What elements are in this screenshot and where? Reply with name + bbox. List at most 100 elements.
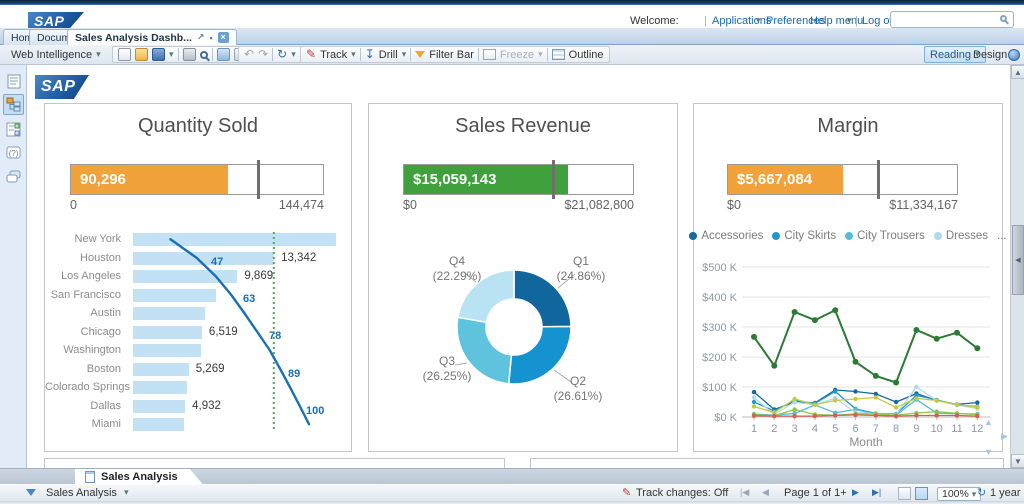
cumulative-percent-label: 89: [288, 368, 300, 380]
divider: |: [704, 15, 707, 27]
pareto-bar-chart: New YorkHouston13,342Los Angeles9,869San…: [45, 230, 351, 436]
filter-bar-button[interactable]: Filter Bar: [429, 49, 474, 61]
donut-label-q1: Q1(24.86%): [543, 254, 619, 284]
chevron-down-icon[interactable]: ▾: [169, 49, 174, 60]
svg-text:1: 1: [751, 423, 757, 435]
close-icon[interactable]: ×: [218, 32, 229, 43]
collapse-panel-icon[interactable]: ◀: [1015, 256, 1020, 264]
track-changes-status[interactable]: Track changes: Off: [636, 487, 728, 499]
new-document-icon[interactable]: [118, 48, 131, 61]
vertical-scrollbar[interactable]: ▲ ◀ ▼: [1010, 65, 1024, 468]
data-mode-button[interactable]: [1003, 46, 1024, 63]
gauge-min-label: $0: [727, 198, 741, 212]
chevron-down-icon[interactable]: ▾: [402, 49, 407, 60]
chevron-down-icon[interactable]: ▾: [756, 15, 761, 26]
legend-item: City Skirts: [772, 230, 836, 242]
drill-button[interactable]: Drill: [379, 49, 398, 61]
application-window: SAP Welcome: | Applications ▾ Preference…: [0, 0, 1024, 504]
refresh-icon[interactable]: ↻: [977, 487, 986, 500]
panel-title: Quantity Sold: [45, 115, 351, 138]
report-tab-sales-analysis[interactable]: Sales Analysis: [75, 469, 204, 485]
scroll-down-icon[interactable]: ▼: [984, 447, 993, 457]
legend-dot-icon: [845, 232, 853, 240]
sap-logo: SAP: [35, 75, 89, 99]
drill-icon[interactable]: ↧: [365, 48, 375, 61]
chevron-down-icon[interactable]: ▾: [291, 49, 296, 60]
last-page-icon[interactable]: ▶|: [872, 487, 881, 498]
legend-item: Dresses: [934, 230, 988, 242]
bar-category-label: Dallas: [45, 397, 127, 416]
next-page-icon[interactable]: ▶: [852, 487, 859, 498]
popout-icon[interactable]: ↗: [197, 32, 205, 43]
user-prompt-input-icon[interactable]: (?): [3, 142, 24, 163]
input-controls-icon[interactable]: [3, 119, 24, 140]
chevron-down-icon[interactable]: ▾: [351, 49, 356, 60]
legend-dot-icon: [934, 232, 942, 240]
bar-category-label: San Francisco: [45, 286, 127, 305]
chevron-down-icon[interactable]: ▾: [124, 487, 129, 498]
scroll-right-icon[interactable]: ▶: [1001, 431, 1008, 442]
filter-bar-icon[interactable]: [26, 487, 36, 499]
report-filter-label[interactable]: Sales Analysis: [46, 487, 117, 499]
bar-category-label: Miami: [45, 415, 127, 434]
pin-icon[interactable]: ▪: [209, 33, 212, 43]
scrollbar-thumb[interactable]: ◀: [1012, 225, 1024, 295]
svg-text:(?): (?): [9, 149, 19, 158]
outline-button[interactable]: Outline: [569, 49, 604, 61]
filter-bar-icon[interactable]: [415, 51, 425, 58]
previous-page-icon[interactable]: ◀: [762, 487, 769, 498]
open-icon[interactable]: [135, 48, 148, 61]
freeze-button: Freeze: [500, 49, 534, 61]
applications-menu[interactable]: Applications: [712, 15, 771, 27]
divider: [478, 48, 479, 61]
chevron-down-icon[interactable]: ▾: [972, 489, 977, 499]
scroll-down-icon[interactable]: ▼: [1011, 454, 1024, 468]
gauge-target-marker: [552, 160, 555, 199]
refresh-icon[interactable]: ↻: [277, 48, 287, 61]
divider: [178, 48, 179, 61]
redo-icon[interactable]: ↷: [258, 48, 268, 61]
history-icon[interactable]: [217, 48, 230, 61]
comments-icon[interactable]: [3, 167, 24, 188]
gauge-fill: 90,296: [71, 165, 228, 194]
cumulative-percent-label: 47: [211, 256, 223, 268]
margin-bullet-gauge: $5,667,084 $0 $11,334,167: [727, 164, 958, 212]
web-intelligence-menu[interactable]: Web Intelligence ▾: [6, 46, 106, 63]
scroll-up-icon[interactable]: ▲: [1011, 65, 1024, 79]
document-summary-icon[interactable]: [3, 71, 24, 92]
save-icon[interactable]: [152, 48, 165, 61]
page-mode-icon[interactable]: [915, 487, 928, 500]
gauge-target-marker: [877, 160, 880, 199]
quick-display-mode-icon[interactable]: [898, 487, 911, 500]
divider: [272, 48, 273, 61]
svg-text:5: 5: [832, 423, 838, 435]
zoom-select[interactable]: 100% ▾: [937, 487, 981, 501]
divider: [212, 48, 213, 61]
track-button[interactable]: Track: [320, 49, 347, 61]
svg-text:11: 11: [951, 423, 962, 435]
chevron-down-icon: ▾: [538, 49, 543, 60]
find-icon[interactable]: [200, 51, 208, 59]
gauge-max-label: 144,474: [279, 198, 324, 212]
legend-dot-icon: [689, 232, 697, 240]
gauge-value: $15,059,143: [404, 171, 496, 188]
bar-category-label: Chicago: [45, 323, 127, 342]
chevron-down-icon: ▾: [96, 49, 101, 60]
svg-text:7: 7: [873, 423, 879, 435]
first-page-icon[interactable]: |◀: [740, 487, 749, 498]
navigation-map-icon[interactable]: [3, 94, 24, 115]
print-icon[interactable]: [183, 48, 196, 61]
divider: [547, 48, 548, 61]
undo-icon[interactable]: ↶: [244, 48, 254, 61]
search-input[interactable]: [890, 11, 1014, 28]
tab-active-document[interactable]: Sales Analysis Dashb... ↗ ▪ ×: [67, 29, 237, 45]
outline-icon[interactable]: [552, 49, 565, 60]
panel-title: Sales Revenue: [369, 115, 677, 138]
search-icon[interactable]: [1000, 15, 1007, 22]
track-icon[interactable]: ✎: [306, 48, 316, 61]
cumulative-percent-label: 100: [306, 405, 324, 417]
svg-text:$500 K: $500 K: [702, 262, 738, 274]
chevron-down-icon[interactable]: ▾: [847, 15, 852, 26]
scroll-up-icon[interactable]: ▲: [984, 417, 993, 427]
cumulative-percent-label: 78: [269, 330, 281, 342]
